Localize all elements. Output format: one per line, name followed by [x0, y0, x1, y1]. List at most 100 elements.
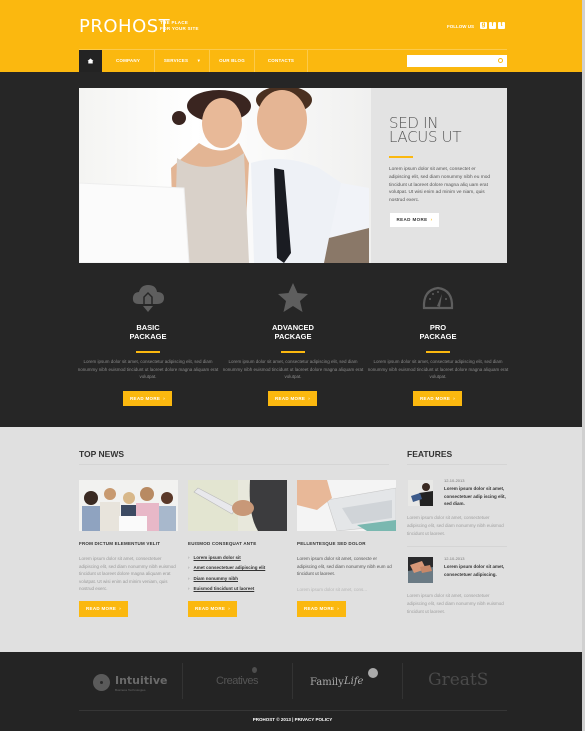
button-label: READ MORE — [274, 396, 306, 401]
package-accent-bar — [136, 351, 160, 353]
package-title-line2: PACKAGE — [129, 332, 167, 341]
top-news-title: TOP NEWS — [79, 449, 125, 459]
package-title: BASIC PACKAGE — [73, 323, 223, 341]
partner-name: Creatives — [216, 675, 258, 687]
button-label: READ MORE — [85, 606, 117, 611]
news-photo-laptop — [297, 480, 396, 531]
news-image-team[interactable] — [79, 480, 178, 531]
feature-divider — [407, 546, 507, 547]
feature-photo-keyboard — [408, 557, 433, 583]
main-nav: COMPANY SERVICES ▾ OUR BLOG CONTACTS — [79, 50, 308, 72]
hero-button-label: READ MORE — [396, 217, 428, 222]
package-title-line2: PACKAGE — [274, 332, 312, 341]
chevron-right-icon: › — [119, 606, 121, 611]
tagline-line2: FOR YOUR SITE — [160, 26, 199, 31]
partner-name: Family — [310, 677, 344, 688]
chevron-right-icon: › — [188, 555, 190, 560]
copyright[interactable]: PROHOST © 2013 | PRIVACY POLICY — [0, 717, 585, 722]
package-text: Lorem ipsum dolor sit amet, consectetur … — [222, 359, 364, 379]
nav-home[interactable] — [79, 50, 102, 72]
package-title-line2: PACKAGE — [419, 332, 457, 341]
news-photo-tablet — [188, 480, 287, 531]
button-label: READ MORE — [303, 606, 335, 611]
facebook-icon[interactable]: f — [489, 22, 496, 29]
package-title: PRO PACKAGE — [363, 323, 513, 341]
partner-name: GreatS — [428, 670, 489, 690]
partner-logo-intuitive[interactable]: Intuitive Business Technologies — [93, 665, 173, 703]
package-text: Lorem ipsum dolor sit amet, consectetur … — [77, 359, 219, 379]
news-image-laptop[interactable] — [297, 480, 396, 531]
package-title-line1: ADVANCED — [272, 323, 314, 332]
package-read-more-button[interactable]: READ MORE › — [413, 391, 462, 406]
news-link[interactable]: › Lorem ipsum dolor sit — [188, 553, 265, 563]
chevron-right-icon: › — [188, 585, 190, 591]
package-text: Lorem ipsum dolor sit amet, consectetur … — [367, 359, 509, 379]
package-read-more-button[interactable]: READ MORE › — [268, 391, 317, 406]
google-plus-icon[interactable]: g — [480, 22, 487, 29]
nav-company[interactable]: COMPANY — [102, 50, 155, 72]
partner-subtitle: Business Technologies — [115, 688, 146, 692]
news-link-label: Euismod tincidunt ut laoreet — [193, 585, 255, 591]
hero-text: Lorem ipsum dolor sit amet, consectet er… — [389, 167, 491, 204]
package-read-more-button[interactable]: READ MORE › — [123, 391, 172, 406]
partner-divider — [292, 663, 293, 699]
feature-date: 12-10-2013 — [444, 478, 465, 483]
news-link-label: Lorem ipsum dolor sit — [193, 555, 241, 560]
news-link[interactable]: › Diam nonummy nibh — [188, 574, 265, 584]
logo[interactable]: PROHOST — [79, 16, 170, 37]
tagline: THE PLACE FOR YOUR SITE — [160, 20, 220, 32]
news-link[interactable]: › Amet consectetuer adipiscing elit — [188, 563, 265, 573]
package-title-line1: PRO — [429, 323, 447, 332]
news-title[interactable]: PELLENTESQUE SED DOLOR — [297, 541, 366, 546]
nav-our-blog[interactable]: OUR BLOG — [210, 50, 255, 72]
footer-divider — [79, 710, 507, 711]
feature-headline[interactable]: Lorem ipsum dolor sit amet, consectetuer… — [444, 485, 506, 508]
hero-image — [79, 88, 371, 263]
hero-title: SED IN LACUS UT — [389, 116, 499, 146]
chevron-right-icon: › — [188, 565, 190, 571]
partner-logo-creatives[interactable]: Creatives — [216, 665, 276, 703]
hero-panel: SED IN LACUS UT Lorem ipsum dolor sit am… — [371, 88, 507, 263]
nav-contacts[interactable]: CONTACTS — [255, 50, 308, 72]
hero-title-line2: LACUS UT — [389, 128, 462, 146]
button-label: READ MORE — [419, 396, 451, 401]
partner-divider — [182, 663, 183, 699]
hero-accent-bar — [389, 156, 413, 158]
news-image-tablet[interactable] — [188, 480, 287, 531]
chevron-right-icon: › — [430, 217, 433, 222]
partner-divider — [402, 663, 403, 699]
package-title-line1: BASIC — [136, 323, 160, 332]
search-input[interactable] — [407, 55, 507, 67]
news-read-more-button[interactable]: READ MORE › — [188, 601, 237, 617]
feature-thumbnail[interactable] — [408, 557, 433, 583]
package-accent-bar — [281, 351, 305, 353]
hero-photo-couple — [79, 88, 369, 263]
feature-photo-tablet-man — [408, 480, 433, 506]
chevron-right-icon: › — [308, 396, 310, 401]
news-link-list: › Lorem ipsum dolor sit › Amet consectetue… — [188, 553, 265, 594]
feature-headline[interactable]: Lorem ipsum dolor sit amet, consectetuer… — [444, 563, 506, 578]
package-accent-bar — [426, 351, 450, 353]
nav-services[interactable]: SERVICES ▾ — [155, 50, 210, 72]
news-link[interactable]: › Euismod tincidunt ut laoreet — [188, 584, 265, 594]
feature-thumbnail[interactable] — [408, 480, 433, 506]
speedometer-icon — [422, 286, 454, 310]
news-text: Lorem ipsum dolor sit amet, consecte er … — [297, 556, 392, 576]
chevron-right-icon: › — [188, 575, 190, 581]
feature-text: Lorem ipsum dolor sit amet, consectetuer… — [407, 515, 504, 536]
chevron-right-icon: › — [228, 606, 230, 611]
hero-read-more-button[interactable]: READ MORE › — [390, 213, 439, 227]
feature-text: Lorem ipsum dolor sit amet, consectetuer… — [407, 593, 504, 614]
news-link-label: Diam nonummy nibh — [193, 575, 239, 581]
news-title[interactable]: FROM DICTUM ELEMENTUM VELIT — [79, 541, 160, 546]
chevron-right-icon: › — [453, 396, 455, 401]
chevron-right-icon: › — [337, 606, 339, 611]
search-icon[interactable] — [498, 58, 503, 63]
partner-logo-greats[interactable]: GreatS — [428, 665, 498, 703]
twitter-icon[interactable]: t — [498, 22, 505, 29]
news-read-more-button[interactable]: READ MORE › — [297, 601, 346, 617]
star-icon — [278, 283, 308, 312]
partner-logo-familylife[interactable]: Family Life — [310, 665, 385, 703]
news-title[interactable]: EUISMOD CONSEQUAT ANTE — [188, 541, 256, 546]
news-read-more-button[interactable]: READ MORE › — [79, 601, 128, 617]
